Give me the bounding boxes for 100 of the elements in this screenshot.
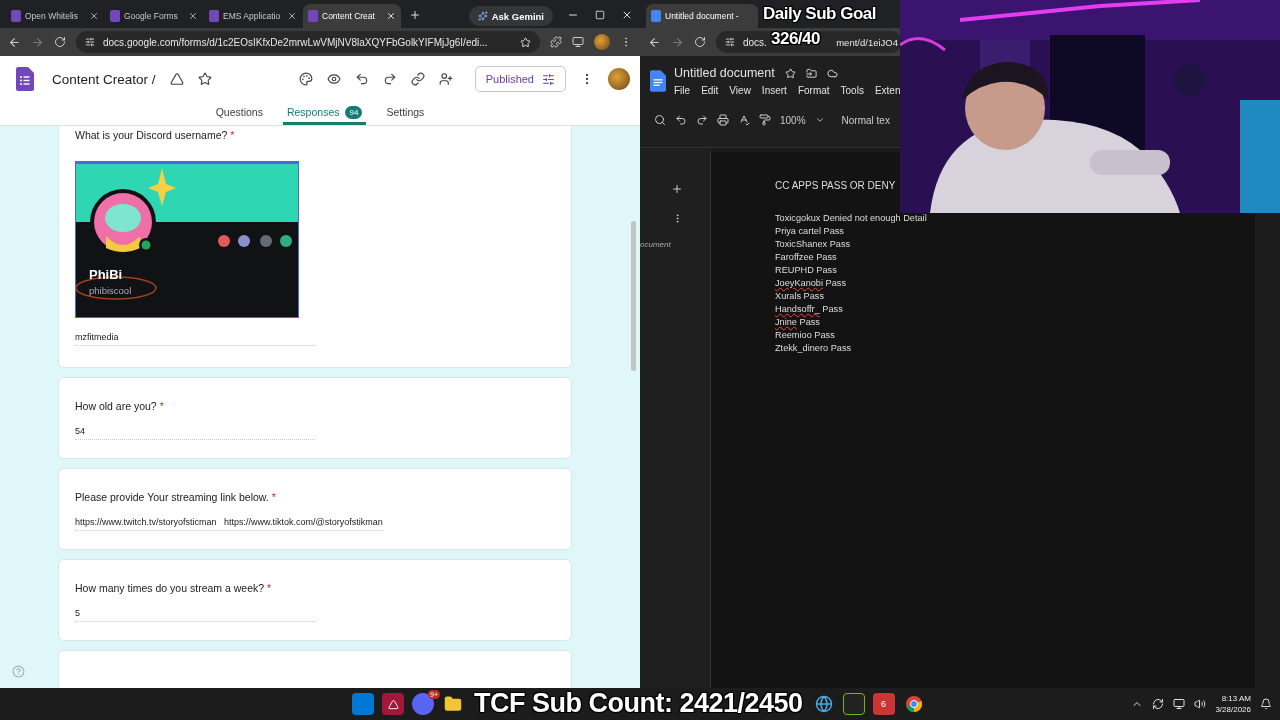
count-badge: 94 [345, 105, 363, 119]
question-text: Please provide Your streaming link below. * [75, 491, 277, 503]
close-icon[interactable] [386, 11, 396, 21]
paint-format-icon[interactable] [759, 114, 771, 126]
menu-item[interactable]: Exten [874, 85, 901, 96]
close-icon[interactable] [89, 11, 99, 21]
print-icon[interactable] [717, 114, 729, 126]
forward-icon[interactable] [31, 35, 44, 49]
document-line: ToxicShanex Pass [775, 238, 852, 251]
spellcheck-icon[interactable] [738, 114, 750, 126]
profile-avatar[interactable] [608, 68, 630, 90]
forms-icon [11, 10, 21, 22]
redo-icon[interactable] [382, 72, 397, 86]
menu-item[interactable]: Format [797, 85, 830, 96]
sliders-icon [542, 72, 555, 86]
document-title[interactable]: Untitled document [674, 66, 775, 80]
sparkle-icon [477, 11, 488, 21]
browser-tab[interactable]: Content Creat [303, 4, 401, 28]
browser-tab[interactable]: Open Whitelis [6, 4, 104, 28]
document-line: REUPHD Pass [775, 264, 838, 277]
ask-gemini-button[interactable]: Ask Gemini [468, 6, 553, 26]
address-bar[interactable]: docs.google.com/forms/d/1c2EOsIKfxDe2mrwLwVMjNV8laXQYFbGolkYIFMjJg6I/edi... [76, 31, 540, 53]
menu-item[interactable]: Insert [761, 85, 787, 96]
menu-item[interactable]: View [729, 85, 751, 96]
forms-icon [209, 10, 219, 22]
app-icon[interactable]: 6 [872, 693, 895, 715]
document-line: JoeyKanobi Pass [775, 277, 847, 290]
document-line: Xurals Pass [775, 290, 826, 303]
zoom-select[interactable]: 100% [780, 114, 806, 126]
docs-logo-icon [650, 70, 666, 92]
menu-item[interactable]: Edit [701, 85, 719, 96]
notification-icon[interactable] [1260, 698, 1272, 710]
username: phibiscool [89, 285, 132, 296]
browser-tab[interactable]: EMS Applicatio [204, 4, 302, 28]
new-tab-icon[interactable] [409, 9, 421, 21]
forward-icon[interactable] [671, 35, 684, 49]
undo-icon[interactable] [354, 72, 369, 86]
forms-icon [110, 10, 120, 22]
profile-avatar[interactable] [594, 34, 610, 50]
back-icon[interactable] [8, 35, 21, 49]
start-icon[interactable] [352, 693, 374, 715]
undo-icon[interactable] [675, 114, 687, 126]
dropdown-icon[interactable] [814, 115, 825, 125]
search-icon[interactable] [654, 114, 666, 126]
form-tab[interactable]: Questions [211, 102, 267, 125]
volume-icon[interactable] [1194, 698, 1207, 710]
style-select[interactable]: Normal tex [841, 114, 890, 126]
scrollbar-thumb[interactable] [631, 221, 636, 371]
forms-icon [308, 10, 318, 22]
document-line: Reemioo Pass [775, 329, 836, 342]
extensions-icon[interactable] [550, 36, 562, 48]
redo-icon[interactable] [696, 114, 708, 126]
question-text: What is your Discord username? * [75, 129, 236, 141]
menu-item[interactable]: Tools [840, 85, 864, 96]
document-line: Faroffzee Pass [775, 251, 838, 264]
link-icon[interactable] [410, 72, 425, 86]
sub-goal-title: Daily Sub Goal [763, 4, 876, 24]
close-icon[interactable] [287, 11, 297, 21]
form-tab[interactable]: Settings [382, 102, 429, 125]
document-line: Ztekk_dinero Pass [775, 342, 853, 355]
site-settings-icon[interactable] [85, 37, 95, 47]
browser-tab[interactable]: Untitled document - [646, 4, 758, 28]
sub-goal-count: 326/40 [771, 28, 820, 49]
menu-item[interactable]: File [674, 85, 691, 96]
back-icon[interactable] [648, 35, 661, 49]
display-name: PhiBi [89, 267, 123, 282]
screen-icon[interactable] [572, 36, 584, 48]
document-line: Toxicgokux Denied not enough Detail [775, 212, 928, 225]
app-icon[interactable] [382, 693, 404, 715]
preview-icon[interactable] [326, 72, 341, 86]
docs-icon [651, 10, 661, 22]
browser-tab[interactable]: Google Forms [105, 4, 203, 28]
site-settings-icon[interactable] [725, 37, 735, 47]
answer-text: mzfitmedia [75, 332, 315, 346]
reload-icon[interactable] [694, 36, 706, 48]
reload-icon[interactable] [54, 36, 66, 48]
document-line: Priya cartel Pass [775, 225, 845, 238]
close-icon[interactable] [621, 9, 633, 21]
form-title[interactable]: Content Creator / [52, 71, 156, 87]
document-line: Handsoffr_ Pass [775, 303, 844, 316]
published-button[interactable]: Published [474, 66, 566, 92]
star-icon[interactable] [197, 72, 212, 86]
clock-time[interactable]: 8:13 AM [1221, 694, 1251, 703]
move-icon[interactable] [805, 67, 817, 79]
display-icon[interactable] [1173, 698, 1186, 710]
add-tab-icon[interactable] [671, 183, 683, 195]
drive-icon[interactable] [169, 72, 184, 86]
maximize-icon[interactable] [595, 10, 605, 20]
question-text: How many times do you stream a week? * [75, 582, 273, 594]
bookmark-icon[interactable] [520, 36, 531, 48]
palette-icon[interactable] [298, 72, 313, 86]
question-text: How old are you? * [75, 400, 165, 412]
document-line: Jnine Pass [775, 316, 821, 329]
sync-icon[interactable] [1152, 698, 1165, 710]
add-person-icon[interactable] [438, 72, 453, 86]
clock-date[interactable]: 3/28/2026 [1215, 705, 1251, 714]
sub-count-overlay: TCF Sub Count: 2421/2450 [474, 688, 803, 720]
forms-logo-icon [16, 67, 34, 91]
cloud-icon[interactable] [826, 67, 838, 79]
close-icon[interactable] [188, 11, 198, 21]
